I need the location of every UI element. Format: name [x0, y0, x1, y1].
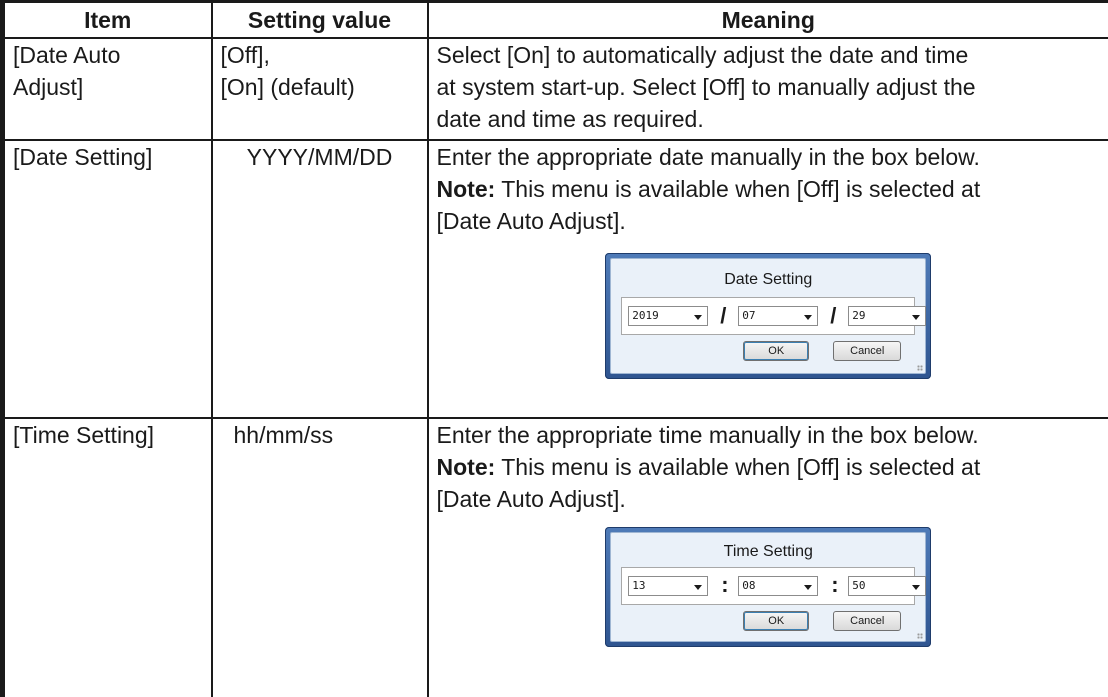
minute-value: 08 — [742, 579, 756, 592]
resize-grip-icon[interactable] — [917, 365, 924, 371]
meaning-text: at system start-up. Select [Off] to manu… — [436, 74, 976, 100]
cell-meaning: Enter the appropriate date manually in t… — [426, 139, 1108, 419]
second-value: 50 — [852, 579, 866, 592]
note-line: Note: This menu is available when [Off] … — [437, 173, 1101, 205]
year-dropdown[interactable]: 2019 — [628, 306, 709, 326]
time-separator: : — [831, 572, 839, 597]
value-text: [Off], — [220, 42, 270, 68]
year-value: 2019 — [632, 309, 659, 322]
meaning-text: date and time as required. — [436, 106, 704, 132]
minute-dropdown[interactable]: 08 — [738, 576, 819, 596]
cancel-button[interactable]: Cancel — [833, 341, 902, 361]
cell-item: [Time Setting] — [0, 417, 213, 697]
dialog-pane: Time Setting 13 : 08 : 50 OK Cancel — [610, 532, 927, 642]
day-value: 29 — [852, 309, 866, 322]
date-setting-dialog: Date Setting 2019 / 07 / 29 OK Cancel — [605, 253, 932, 379]
note-text: This menu is available when [Off] is sel… — [495, 454, 981, 480]
month-value: 07 — [742, 309, 756, 322]
ok-button[interactable]: OK — [743, 611, 810, 631]
cell-setting-value: YYYY/MM/DD — [210, 139, 429, 419]
item-text: [Time Setting] — [13, 422, 155, 448]
note-label: Note: — [436, 176, 496, 202]
day-dropdown[interactable]: 29 — [848, 306, 927, 326]
table-row: [Date Auto Adjust] [Off], [On] (default)… — [0, 37, 1108, 141]
hour-dropdown[interactable]: 13 — [628, 576, 709, 596]
date-separator: / — [720, 303, 727, 328]
table-header-row: Item Setting value Meaning — [0, 0, 1108, 39]
second-dropdown[interactable]: 50 — [848, 576, 927, 596]
cell-item: [Date Setting] — [0, 139, 213, 419]
meaning-text: Enter the appropriate date manually in t… — [436, 144, 980, 170]
settings-table: Item Setting value Meaning [Date Auto Ad… — [0, 0, 1108, 697]
value-text: hh/mm/ss — [233, 422, 334, 448]
ok-button[interactable]: OK — [743, 341, 810, 361]
meaning-text: Select [On] to automatically adjust the … — [436, 42, 969, 68]
header-setting-value: Setting value — [210, 0, 429, 39]
resize-grip-icon[interactable] — [917, 633, 924, 639]
chevron-down-icon — [912, 315, 921, 320]
note-text: This menu is available when [Off] is sel… — [495, 176, 981, 202]
dialog-pane: Date Setting 2019 / 07 / 29 OK Cancel — [610, 258, 927, 374]
cell-setting-value: hh/mm/ss — [210, 417, 429, 697]
note-text: [Date Auto Adjust]. — [436, 208, 626, 234]
cancel-button[interactable]: Cancel — [833, 611, 902, 631]
item-text: Adjust] — [13, 74, 84, 100]
chevron-down-icon — [804, 315, 813, 320]
table-row: [Time Setting] hh/mm/ss Enter the approp… — [0, 417, 1108, 697]
meaning-text: Enter the appropriate time manually in t… — [436, 422, 979, 448]
chevron-down-icon — [804, 585, 813, 590]
dialog-title: Time Setting — [723, 543, 813, 560]
time-setting-dialog: Time Setting 13 : 08 : 50 OK Cancel — [605, 527, 932, 647]
note-label: Note: — [436, 454, 496, 480]
chevron-down-icon — [694, 315, 703, 320]
header-meaning: Meaning — [426, 0, 1108, 39]
date-separator: / — [830, 303, 837, 328]
cell-meaning: Select [On] to automatically adjust the … — [426, 37, 1108, 141]
note-line: Note: This menu is available when [Off] … — [437, 451, 1101, 483]
header-item: Item — [0, 0, 213, 39]
hour-value: 13 — [632, 579, 646, 592]
month-dropdown[interactable]: 07 — [738, 306, 819, 326]
value-text: YYYY/MM/DD — [246, 144, 393, 170]
cell-setting-value: [Off], [On] (default) — [210, 37, 429, 141]
table-row: [Date Setting] YYYY/MM/DD Enter the appr… — [0, 139, 1108, 419]
time-separator: : — [721, 572, 729, 597]
time-fields-group: 13 : 08 : 50 — [621, 567, 927, 605]
item-text: [Date Setting] — [13, 144, 153, 170]
dialog-title: Date Setting — [724, 271, 813, 288]
chevron-down-icon — [694, 585, 703, 590]
value-text: [On] (default) — [220, 74, 355, 100]
note-text: [Date Auto Adjust]. — [436, 486, 626, 512]
cell-item: [Date Auto Adjust] — [0, 37, 213, 141]
date-fields-group: 2019 / 07 / 29 — [621, 297, 927, 335]
item-text: [Date Auto — [13, 42, 121, 68]
cell-meaning: Enter the appropriate time manually in t… — [426, 417, 1108, 697]
chevron-down-icon — [912, 585, 921, 590]
